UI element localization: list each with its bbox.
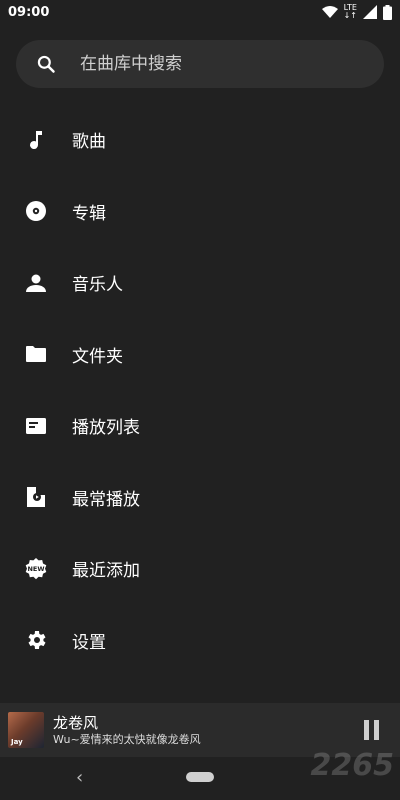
library-menu: 歌曲 专辑 音乐人 文件夹 播放列表 最常播放 NEW 最近添加 设置 [0,104,400,676]
pause-button[interactable] [352,710,392,750]
person-icon [24,271,48,295]
status-time: 09:00 [8,4,50,20]
lte-icon: LTE ↓↑ [343,3,357,20]
gear-icon [24,628,48,652]
album-art-text: Jay [11,738,23,746]
pause-icon [364,720,379,740]
search-icon [37,55,55,73]
svg-text:NEW: NEW [27,565,44,573]
menu-item-songs[interactable]: 歌曲 [0,104,400,176]
menu-label: 最近添加 [72,561,140,582]
album-art[interactable]: Jay [8,712,44,748]
home-button[interactable] [186,772,214,782]
signal-icon [363,5,377,19]
search-bar[interactable] [16,40,384,88]
battery-icon [383,4,392,20]
menu-item-settings[interactable]: 设置 [0,605,400,677]
menu-label: 文件夹 [72,346,123,367]
music-note-icon [24,128,48,152]
menu-item-playlists[interactable]: 播放列表 [0,390,400,462]
song-title: 龙卷风 [53,714,99,732]
menu-label: 音乐人 [72,275,123,296]
menu-item-artists[interactable]: 音乐人 [0,247,400,319]
status-bar: 09:00 LTE ↓↑ [0,0,400,24]
menu-item-most-played[interactable]: 最常播放 [0,462,400,534]
wifi-icon [321,6,338,18]
status-icons: LTE ↓↑ [321,3,392,20]
menu-label: 播放列表 [72,418,140,439]
menu-label: 专辑 [72,203,106,224]
most-played-icon [24,485,48,509]
watermark: 2265 [310,748,395,783]
new-badge-icon: NEW [24,557,48,581]
song-subtitle: Wu~爱情来的太快就像龙卷风 [53,733,201,746]
folder-icon [24,342,48,366]
back-button[interactable]: ‹ [76,767,83,788]
search-input[interactable] [78,53,342,75]
menu-label: 设置 [72,632,106,653]
menu-label: 最常播放 [72,489,140,510]
menu-item-folders[interactable]: 文件夹 [0,319,400,391]
menu-label: 歌曲 [72,132,106,153]
playlist-icon [24,414,48,438]
song-info[interactable]: 龙卷风 Wu~爱情来的太快就像龙卷风 [53,713,352,747]
menu-item-recently-added[interactable]: NEW 最近添加 [0,533,400,605]
menu-item-albums[interactable]: 专辑 [0,176,400,248]
album-disc-icon [24,199,48,223]
